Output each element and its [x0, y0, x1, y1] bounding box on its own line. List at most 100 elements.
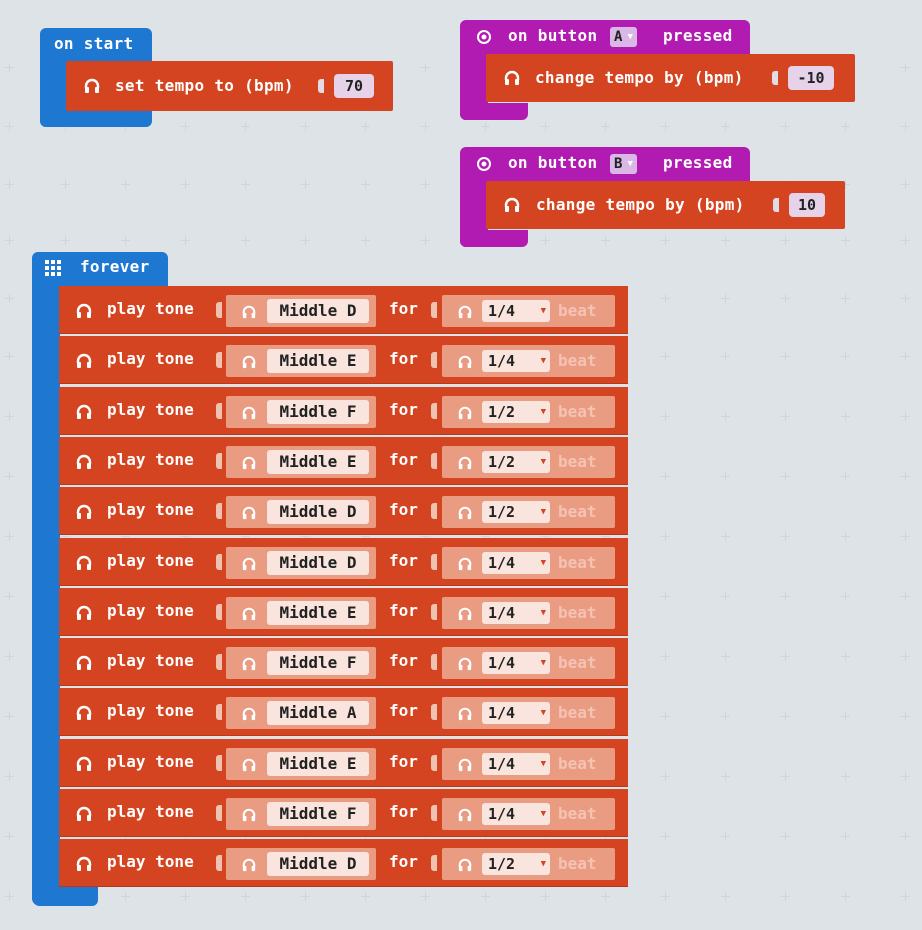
change-tempo-a-block[interactable]: change tempo by (bpm) -10 [486, 54, 855, 102]
chevron-down-icon: ▼ [627, 159, 633, 169]
play-tone-label: play tone [107, 852, 194, 872]
beat-selector[interactable]: 1/4 ▼ beat [442, 798, 615, 830]
play-tone-block[interactable]: play tone Middle A for 1/4 ▼ beat [59, 688, 628, 737]
for-label: for [389, 399, 418, 419]
note-selector[interactable]: Middle D [226, 295, 376, 327]
beat-dropdown[interactable]: 1/4 ▼ [482, 601, 550, 624]
note-value[interactable]: Middle D [267, 500, 369, 525]
beat-dropdown[interactable]: 1/2 ▼ [482, 501, 550, 524]
beat-selector[interactable]: 1/4 ▼ beat [442, 697, 615, 730]
play-tone-label: play tone [107, 399, 194, 419]
play-tone-block[interactable]: play tone Middle F for 1/2 ▼ beat [59, 386, 628, 435]
play-tone-block[interactable]: play tone Middle E for 1/4 ▼ beat [59, 587, 628, 636]
note-selector[interactable]: Middle F [226, 647, 376, 680]
play-tone-block[interactable]: play tone Middle D for 1/4 ▼ beat [59, 537, 628, 586]
note-value[interactable]: Middle F [267, 802, 369, 826]
note-selector[interactable]: Middle D [226, 848, 376, 881]
grid-plus-mark [361, 122, 370, 131]
note-selector[interactable]: Middle D [226, 496, 376, 529]
headphones-icon [458, 758, 472, 771]
play-tone-block[interactable]: play tone Middle D for 1/4 ▼ beat [59, 286, 628, 334]
headphones-icon [242, 708, 256, 721]
grid-plus-mark [721, 412, 730, 421]
grid-plus-mark [661, 532, 670, 541]
beat-selector[interactable]: 1/2 ▼ beat [442, 395, 615, 428]
headphones-icon [76, 303, 92, 318]
for-label: for [389, 500, 418, 520]
note-selector[interactable]: Middle E [226, 747, 376, 780]
note-selector[interactable]: Middle A [226, 697, 376, 730]
button-a-dropdown[interactable]: A ▼ [610, 27, 637, 47]
note-selector[interactable]: Middle F [226, 798, 376, 830]
button-a-prefix: on button [508, 26, 598, 45]
beat-selector[interactable]: 1/2 ▼ beat [442, 848, 615, 881]
note-selector[interactable]: Middle E [226, 445, 376, 478]
grid-plus-mark [781, 412, 790, 421]
beat-dropdown[interactable]: 1/4 ▼ [482, 803, 550, 825]
set-tempo-block[interactable]: set tempo to (bpm) 70 [66, 61, 393, 111]
note-value[interactable]: Middle E [267, 600, 369, 625]
tempo-change-b-input[interactable]: 10 [789, 193, 825, 217]
beat-label: beat [558, 653, 597, 673]
grid-plus-mark [361, 236, 370, 245]
grid-plus-mark [481, 892, 490, 901]
grid-plus-mark [541, 236, 550, 245]
note-value[interactable]: Middle D [267, 550, 369, 575]
note-selector[interactable]: Middle E [226, 345, 376, 378]
play-tone-block[interactable]: play tone Middle D for 1/2 ▼ beat [59, 487, 628, 536]
note-value[interactable]: Middle D [267, 852, 369, 877]
play-tone-block[interactable]: play tone Middle E for 1/4 ▼ beat [59, 336, 628, 385]
note-value[interactable]: Middle E [267, 349, 369, 374]
grid-plus-mark [841, 352, 850, 361]
grid-plus-mark [841, 832, 850, 841]
grid-plus-mark [661, 122, 670, 131]
play-tone-block[interactable]: play tone Middle F for 1/4 ▼ beat [59, 638, 628, 687]
note-value[interactable]: Middle E [267, 449, 369, 474]
note-value[interactable]: Middle A [267, 701, 369, 726]
note-selector[interactable]: Middle D [226, 546, 376, 579]
note-selector[interactable]: Middle F [226, 395, 376, 428]
grid-plus-mark [541, 892, 550, 901]
grid-plus-mark [781, 892, 790, 901]
beat-selector[interactable]: 1/4 ▼ beat [442, 596, 615, 629]
beat-selector[interactable]: 1/4 ▼ beat [442, 295, 615, 327]
beat-dropdown[interactable]: 1/2 ▼ [482, 450, 550, 473]
chevron-down-icon: ▼ [540, 456, 546, 467]
blocks-workspace[interactable]: on start set tempo to (bpm) 70 on button… [0, 0, 922, 930]
beat-selector[interactable]: 1/4 ▼ beat [442, 647, 615, 680]
beat-selector[interactable]: 1/4 ▼ beat [442, 546, 615, 579]
note-value[interactable]: Middle D [267, 299, 369, 323]
play-tone-block[interactable]: play tone Middle F for 1/4 ▼ beat [59, 789, 628, 837]
beat-selector[interactable]: 1/4 ▼ beat [442, 747, 615, 780]
note-value[interactable]: Middle F [267, 399, 369, 424]
beat-dropdown[interactable]: 1/4 ▼ [482, 300, 550, 322]
beat-selector[interactable]: 1/2 ▼ beat [442, 445, 615, 478]
note-selector[interactable]: Middle E [226, 596, 376, 629]
grid-plus-mark [661, 294, 670, 303]
chevron-down-icon: ▼ [540, 859, 546, 870]
grid-plus-mark [241, 236, 250, 245]
beat-dropdown[interactable]: 1/2 ▼ [482, 853, 550, 876]
beat-dropdown[interactable]: 1/4 ▼ [482, 652, 550, 675]
note-value[interactable]: Middle F [267, 651, 369, 676]
beat-dropdown[interactable]: 1/4 ▼ [482, 551, 550, 574]
play-tone-block[interactable]: play tone Middle E for 1/2 ▼ beat [59, 436, 628, 485]
grid-plus-mark [541, 122, 550, 131]
beat-dropdown[interactable]: 1/4 ▼ [482, 752, 550, 775]
grid-plus-mark [601, 892, 610, 901]
beat-dropdown[interactable]: 1/4 ▼ [482, 350, 550, 373]
note-value[interactable]: Middle E [267, 751, 369, 776]
button-b-dropdown[interactable]: B ▼ [610, 154, 637, 174]
play-tone-block[interactable]: play tone Middle D for 1/2 ▼ beat [59, 839, 628, 888]
beat-selector[interactable]: 1/2 ▼ beat [442, 496, 615, 529]
beat-dropdown[interactable]: 1/4 ▼ [482, 702, 550, 725]
tempo-change-a-input[interactable]: -10 [788, 66, 834, 90]
chevron-down-icon: ▼ [540, 708, 546, 719]
tempo-value-input[interactable]: 70 [334, 74, 374, 98]
change-tempo-b-block[interactable]: change tempo by (bpm) 10 [486, 181, 845, 229]
button-b-suffix: pressed [663, 153, 733, 172]
grid-plus-mark [181, 236, 190, 245]
play-tone-block[interactable]: play tone Middle E for 1/4 ▼ beat [59, 738, 628, 787]
beat-selector[interactable]: 1/4 ▼ beat [442, 345, 615, 378]
beat-dropdown[interactable]: 1/2 ▼ [482, 400, 550, 423]
